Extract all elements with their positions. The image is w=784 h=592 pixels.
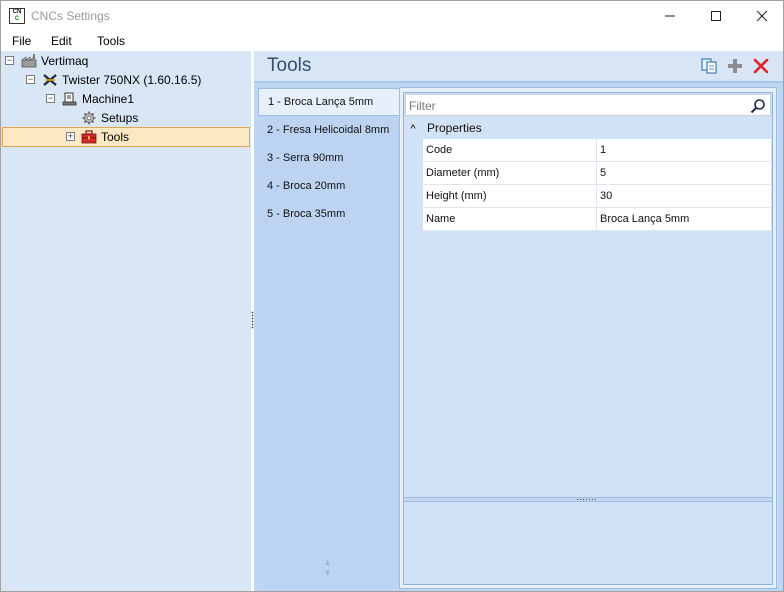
minimize-icon (665, 15, 675, 17)
tree-item-label: Twister 750NX (1.60.16.5) (62, 72, 202, 87)
delete-tool-button[interactable] (752, 57, 770, 75)
toolbox-icon (81, 129, 97, 144)
machine-model-icon (42, 73, 58, 87)
collapse-icon[interactable]: − (5, 56, 14, 65)
filter-input[interactable] (409, 97, 739, 114)
collapse-icon[interactable]: − (26, 75, 35, 84)
property-key: Code (423, 139, 597, 161)
property-value[interactable]: 5 (597, 162, 771, 184)
add-tool-button[interactable] (726, 57, 744, 75)
close-icon (756, 10, 768, 22)
scroll-down-icon[interactable]: ▼ (323, 568, 332, 579)
tools-panel: Tools 1 - Broca Lança 5mm 2 - Fresa Heli… (254, 51, 783, 591)
splitter-grip[interactable] (576, 498, 596, 501)
panel-header: Tools (254, 51, 783, 83)
factory-icon (21, 53, 37, 68)
gear-icon (81, 111, 97, 125)
category-properties[interactable]: ^ Properties (405, 118, 771, 138)
tool-list-item[interactable]: 3 - Serra 90mm (258, 144, 399, 172)
property-frame: ^ Properties Code 1 Diameter (mm) 5 Heig… (399, 87, 777, 589)
plus-icon (728, 59, 742, 73)
description-area (404, 502, 772, 584)
scroll-up-icon[interactable]: ▲ (323, 557, 332, 568)
machine-icon (62, 92, 78, 106)
menu-edit[interactable]: Edit (51, 34, 72, 48)
property-row[interactable]: Code 1 (423, 139, 771, 162)
app-icon-bottom: C (14, 16, 20, 22)
expand-icon[interactable]: + (66, 132, 75, 141)
delete-icon (753, 58, 769, 74)
property-row[interactable]: Height (mm) 30 (423, 185, 771, 208)
collapse-icon[interactable]: − (46, 94, 55, 103)
tree-item-tools[interactable]: Tools (81, 127, 129, 146)
tree-item-machine-model[interactable]: Twister 750NX (1.60.16.5) (42, 70, 201, 89)
property-grid: ^ Properties Code 1 Diameter (mm) 5 Heig… (403, 92, 773, 585)
maximize-icon (711, 11, 721, 21)
property-value[interactable]: 30 (597, 185, 771, 207)
app-icon-top: CN (12, 9, 22, 15)
maximize-button[interactable] (693, 1, 739, 31)
title-bar: CN C CNCs Settings (1, 1, 783, 31)
list-scroll-arrows[interactable]: ▲ ▼ (323, 557, 332, 579)
filter-box (405, 94, 771, 116)
app-icon: CN C (9, 8, 25, 24)
tool-list-item[interactable]: 1 - Broca Lança 5mm (258, 88, 399, 116)
tree-item-label: Tools (101, 129, 130, 144)
category-label: Properties (427, 121, 482, 135)
tree-item-machine1[interactable]: Machine1 (62, 89, 134, 108)
tool-list-item[interactable]: 4 - Broca 20mm (258, 172, 399, 200)
tool-list: 1 - Broca Lança 5mm 2 - Fresa Helicoidal… (258, 87, 399, 589)
copy-icon (701, 58, 717, 74)
tree-item-label: Vertimaq (41, 53, 89, 68)
copy-tool-button[interactable] (700, 57, 718, 75)
tree-pane: − Vertimaq − Twister 750NX (1.60.16.5) −… (1, 51, 251, 591)
tool-list-item[interactable]: 2 - Fresa Helicoidal 8mm (258, 116, 399, 144)
property-value[interactable]: 1 (597, 139, 771, 161)
search-icon[interactable] (750, 98, 766, 114)
property-key: Height (mm) (423, 185, 597, 207)
close-button[interactable] (739, 1, 784, 31)
panel-title: Tools (267, 55, 312, 76)
menu-bar: File Edit Tools (1, 31, 783, 51)
tool-list-item[interactable]: 5 - Broca 35mm (258, 200, 399, 228)
tree-item-vertimaq[interactable]: Vertimaq (21, 51, 88, 70)
menu-file[interactable]: File (12, 34, 31, 48)
property-row[interactable]: Name Broca Lança 5mm (423, 208, 771, 231)
minimize-button[interactable] (647, 1, 693, 31)
chevron-up-icon[interactable]: ^ (405, 123, 421, 133)
property-value[interactable]: Broca Lança 5mm (597, 208, 771, 230)
property-row[interactable]: Diameter (mm) 5 (423, 162, 771, 185)
window-title: CNCs Settings (31, 9, 110, 23)
menu-tools[interactable]: Tools (97, 34, 125, 48)
property-rows: Code 1 Diameter (mm) 5 Height (mm) 30 Na… (423, 139, 771, 231)
property-key: Diameter (mm) (423, 162, 597, 184)
app-window: CN C CNCs Settings File Edit Tools − Ver… (0, 0, 784, 592)
tree-item-setups[interactable]: Setups (81, 108, 138, 127)
tree-item-label: Setups (101, 110, 139, 125)
tree-item-label: Machine1 (82, 91, 135, 106)
property-key: Name (423, 208, 597, 230)
